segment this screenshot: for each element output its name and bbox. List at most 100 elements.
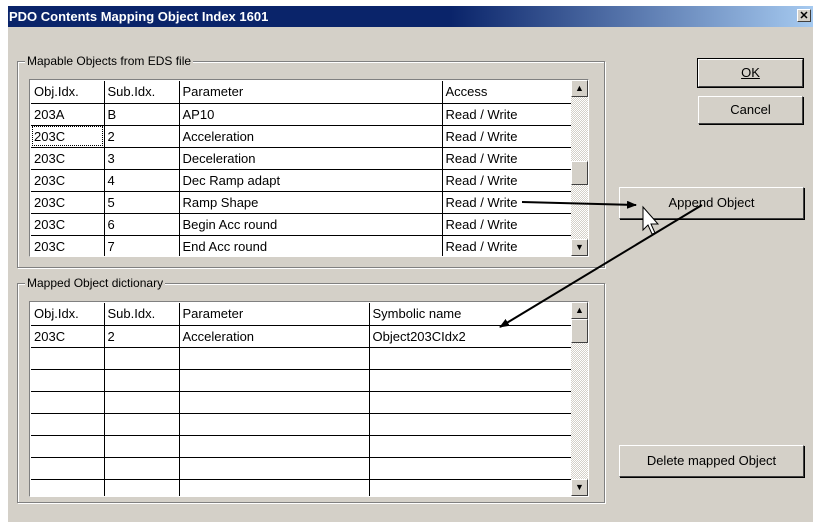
cancel-button[interactable]: Cancel bbox=[698, 96, 803, 124]
table-row[interactable]: 203C 2 Acceleration Read / Write bbox=[31, 125, 574, 148]
table-cell bbox=[179, 369, 370, 392]
table-cell: Read / Write bbox=[442, 169, 574, 192]
cancel-button-label: Cancel bbox=[730, 102, 771, 117]
table-cell: Object203CIdx2 bbox=[369, 325, 574, 348]
table-cell: 2 bbox=[104, 125, 180, 148]
table-cell bbox=[369, 391, 574, 414]
table-cell: 203C bbox=[31, 325, 105, 348]
table-row[interactable]: 203C 5 Ramp Shape Read / Write bbox=[31, 191, 574, 214]
table-cell: Acceleration bbox=[179, 325, 370, 348]
table-cell bbox=[369, 413, 574, 436]
table-cell bbox=[179, 391, 370, 414]
table-cell bbox=[31, 479, 105, 496]
scroll-down-button[interactable]: ▼ bbox=[571, 479, 588, 496]
table-cell: AP10 bbox=[179, 103, 443, 126]
mapped-objects-list[interactable]: Obj.Idx. Sub.Idx. Parameter Symbolic name 20… bbox=[29, 301, 589, 497]
table-cell: Read / Write bbox=[442, 125, 574, 148]
column-header[interactable]: Sub.Idx. bbox=[104, 81, 180, 104]
table-cell bbox=[369, 347, 574, 370]
mapable-group-label: Mapable Objects from EDS file bbox=[25, 54, 194, 68]
table-cell: 203C bbox=[31, 169, 105, 192]
table-cell: Read / Write bbox=[442, 213, 574, 236]
table-cell: 203C bbox=[31, 213, 105, 236]
table-cell: 203C bbox=[31, 147, 105, 170]
column-header[interactable]: Access bbox=[442, 81, 574, 104]
table-row[interactable] bbox=[31, 369, 574, 392]
column-header[interactable]: Sub.Idx. bbox=[104, 303, 180, 326]
column-header[interactable]: Obj.Idx. bbox=[31, 81, 105, 104]
table-cell: Read / Write bbox=[442, 235, 574, 256]
table-cell: Begin Acc round bbox=[179, 213, 443, 236]
table-cell bbox=[104, 435, 180, 458]
scroll-thumb[interactable] bbox=[571, 161, 588, 185]
column-header[interactable]: Obj.Idx. bbox=[31, 303, 105, 326]
append-object-button[interactable]: Append Object bbox=[619, 187, 804, 219]
column-header[interactable]: Parameter bbox=[179, 303, 370, 326]
table-row[interactable]: 203C 3 Deceleration Read / Write bbox=[31, 147, 574, 170]
table-cell bbox=[179, 435, 370, 458]
table-cell bbox=[31, 347, 105, 370]
table-cell: End Acc round bbox=[179, 235, 443, 256]
table-cell: Ramp Shape bbox=[179, 191, 443, 214]
table-cell: Dec Ramp adapt bbox=[179, 169, 443, 192]
table-cell bbox=[104, 369, 180, 392]
table-cell bbox=[369, 457, 574, 480]
table-cell: 5 bbox=[104, 191, 180, 214]
table-cell bbox=[104, 391, 180, 414]
title-bar: PDO Contents Mapping Object Index 1601 ✕ bbox=[8, 6, 813, 27]
table-cell: Read / Write bbox=[442, 103, 574, 126]
close-button[interactable]: ✕ bbox=[797, 9, 811, 22]
table-row[interactable] bbox=[31, 457, 574, 480]
table-row[interactable]: 203C 6 Begin Acc round Read / Write bbox=[31, 213, 574, 236]
table-cell bbox=[179, 479, 370, 496]
scroll-up-button[interactable]: ▲ bbox=[571, 80, 588, 97]
mapped-group-label: Mapped Object dictionary bbox=[25, 276, 166, 290]
table-cell bbox=[104, 457, 180, 480]
scroll-up-button[interactable]: ▲ bbox=[571, 302, 588, 319]
table-cell bbox=[104, 479, 180, 496]
table-row[interactable] bbox=[31, 347, 574, 370]
delete-mapped-object-label: Delete mapped Object bbox=[646, 453, 777, 468]
table-row[interactable]: 203C 7 End Acc round Read / Write bbox=[31, 235, 574, 256]
table-cell: 6 bbox=[104, 213, 180, 236]
table-row[interactable] bbox=[31, 413, 574, 436]
table-row[interactable]: 203A B AP10 Read / Write bbox=[31, 103, 574, 126]
table-cell bbox=[179, 457, 370, 480]
dialog-window: PDO Contents Mapping Object Index 1601 ✕… bbox=[8, 6, 813, 522]
header-row: Obj.Idx. Sub.Idx. Parameter Access bbox=[31, 81, 574, 104]
table-row[interactable] bbox=[31, 391, 574, 414]
table-row[interactable] bbox=[31, 479, 574, 496]
table-cell: B bbox=[104, 103, 180, 126]
table-cell bbox=[104, 413, 180, 436]
table-cell bbox=[179, 347, 370, 370]
table-cell bbox=[31, 391, 105, 414]
mapable-scrollbar[interactable]: ▲ ▼ bbox=[571, 80, 588, 256]
mapable-objects-table: Obj.Idx. Sub.Idx. Parameter Access 203A B AP10… bbox=[31, 81, 574, 256]
delete-mapped-object-button[interactable]: Delete mapped Object bbox=[619, 445, 804, 477]
table-cell: 4 bbox=[104, 169, 180, 192]
ok-button[interactable]: OK bbox=[697, 58, 804, 88]
header-row: Obj.Idx. Sub.Idx. Parameter Symbolic name bbox=[31, 303, 574, 326]
table-cell bbox=[179, 413, 370, 436]
mapped-objects-table: Obj.Idx. Sub.Idx. Parameter Symbolic name 20… bbox=[31, 303, 574, 496]
scroll-thumb[interactable] bbox=[571, 319, 588, 343]
table-cell bbox=[369, 435, 574, 458]
append-object-label: Append Object bbox=[668, 195, 755, 210]
table-row[interactable] bbox=[31, 435, 574, 458]
mapped-scrollbar[interactable]: ▲ ▼ bbox=[571, 302, 588, 496]
mapable-objects-list[interactable]: Obj.Idx. Sub.Idx. Parameter Access 203A B AP10… bbox=[29, 79, 589, 257]
table-row[interactable]: 203C 2 Acceleration Object203CIdx2 bbox=[31, 325, 574, 348]
table-cell: 203C bbox=[31, 125, 105, 148]
table-row[interactable]: 203C 4 Dec Ramp adapt Read / Write bbox=[31, 169, 574, 192]
table-cell: Read / Write bbox=[442, 191, 574, 214]
table-cell bbox=[369, 479, 574, 496]
column-header[interactable]: Parameter bbox=[179, 81, 443, 104]
table-cell bbox=[31, 369, 105, 392]
table-cell bbox=[104, 347, 180, 370]
table-cell: Acceleration bbox=[179, 125, 443, 148]
ok-button-label: OK bbox=[741, 65, 760, 80]
table-cell bbox=[31, 435, 105, 458]
scroll-down-button[interactable]: ▼ bbox=[571, 239, 588, 256]
column-header[interactable]: Symbolic name bbox=[369, 303, 574, 326]
table-cell: 3 bbox=[104, 147, 180, 170]
